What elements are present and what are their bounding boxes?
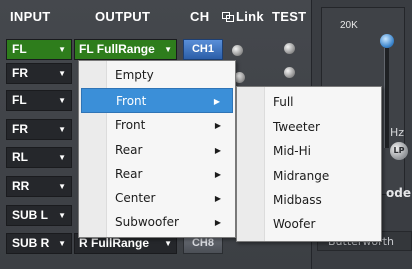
input-select-value: RR xyxy=(12,179,30,193)
input-select[interactable]: FL ▼ xyxy=(6,90,72,111)
frequency-label: 20K xyxy=(340,20,358,31)
dropdown-arrow-icon: ▼ xyxy=(58,153,66,162)
slider-knob-icon[interactable] xyxy=(380,34,394,48)
frequency-slider[interactable] xyxy=(384,48,389,148)
menu-item-subwoofer[interactable]: Subwoofer ▶ xyxy=(81,210,233,235)
submenu-item-label: Full xyxy=(273,95,294,109)
link-icon xyxy=(222,12,234,22)
menu-item-label: Front xyxy=(115,118,146,132)
input-select[interactable]: RL ▼ xyxy=(6,147,72,168)
input-select[interactable]: FR ▼ xyxy=(6,63,72,84)
menu-item-label: Empty xyxy=(115,68,154,82)
output-dropdown-menu: Empty Front ▶ Front ▶ Rear ▶ Rear ▶ Cent… xyxy=(78,60,236,238)
menu-item-label: Rear xyxy=(115,143,143,157)
input-select[interactable]: SUB R ▼ xyxy=(6,233,72,254)
submenu-arrow-icon: ▶ xyxy=(213,97,220,106)
input-select-value: SUB L xyxy=(12,208,48,222)
menu-item-label: Center xyxy=(115,191,156,205)
output-select[interactable]: FL FullRange ▼ xyxy=(74,39,177,60)
hz-label: Hz xyxy=(390,126,405,139)
link-led-icon[interactable] xyxy=(232,45,243,56)
input-header: INPUT xyxy=(10,9,51,24)
submenu-item-midbass[interactable]: Midbass xyxy=(239,188,379,213)
ch-header: CH xyxy=(190,9,210,24)
input-select-value: FR xyxy=(12,122,28,136)
dropdown-arrow-icon: ▼ xyxy=(58,69,66,78)
dropdown-arrow-icon: ▼ xyxy=(58,96,66,105)
menu-item-label: Front xyxy=(116,94,147,108)
link-header-label: Link xyxy=(236,9,264,24)
dropdown-arrow-icon: ▼ xyxy=(58,125,66,134)
input-select[interactable]: SUB L ▼ xyxy=(6,205,72,226)
submenu-item-mid-hi[interactable]: Mid-Hi xyxy=(239,139,379,164)
test-led-icon[interactable] xyxy=(284,43,295,54)
output-select-value: FL FullRange xyxy=(79,42,155,56)
submenu-arrow-icon: ▶ xyxy=(214,121,221,130)
test-led-icon[interactable] xyxy=(284,67,295,78)
dropdown-arrow-icon: ▼ xyxy=(58,239,66,248)
submenu-item-label: Midbass xyxy=(273,193,322,207)
input-select-value: RL xyxy=(12,150,28,164)
model-label: odel xyxy=(386,186,412,200)
channel-row: FL ▼ FL FullRange ▼ CH1 xyxy=(0,38,312,62)
menu-item-center[interactable]: Center ▶ xyxy=(81,186,233,211)
submenu-item-label: Woofer xyxy=(273,217,316,231)
dropdown-arrow-icon: ▼ xyxy=(58,45,66,54)
input-select-value: FL xyxy=(12,93,27,107)
lp-button[interactable]: LP xyxy=(390,142,408,160)
input-select[interactable]: FL ▼ xyxy=(6,39,72,60)
submenu-item-midrange[interactable]: Midrange xyxy=(239,164,379,189)
menu-item-label: Subwoofer xyxy=(115,215,179,229)
output-select-value: R FullRange xyxy=(79,236,150,250)
menu-item-rear[interactable]: Rear ▶ xyxy=(81,162,233,187)
menu-item-label: Rear xyxy=(115,167,143,181)
test-header: TEST xyxy=(272,9,307,24)
dropdown-arrow-icon: ▼ xyxy=(58,211,66,220)
input-select[interactable]: FR ▼ xyxy=(6,119,72,140)
output-header: OUTPUT xyxy=(95,9,151,24)
link-header: Link xyxy=(222,9,264,24)
submenu-item-label: Midrange xyxy=(273,169,330,183)
submenu-arrow-icon: ▶ xyxy=(214,146,221,155)
submenu-item-tweeter[interactable]: Tweeter xyxy=(239,115,379,140)
submenu-item-label: Mid-Hi xyxy=(273,144,311,158)
submenu-item-woofer[interactable]: Woofer xyxy=(239,212,379,237)
input-select-value: FR xyxy=(12,66,28,80)
input-select-value: SUB R xyxy=(12,236,50,250)
front-submenu: Full Tweeter Mid-Hi Midrange Midbass Woo… xyxy=(236,86,382,242)
menu-item-front[interactable]: Front ▶ xyxy=(81,88,233,113)
input-select[interactable]: RR ▼ xyxy=(6,176,72,197)
menu-item-front[interactable]: Front ▶ xyxy=(81,113,233,138)
input-select-value: FL xyxy=(12,42,27,56)
submenu-arrow-icon: ▶ xyxy=(214,218,221,227)
dropdown-arrow-icon: ▼ xyxy=(58,182,66,191)
dropdown-arrow-icon: ▼ xyxy=(164,45,172,54)
menu-item-empty[interactable]: Empty xyxy=(81,63,233,88)
menu-item-rear[interactable]: Rear ▶ xyxy=(81,138,233,163)
submenu-arrow-icon: ▶ xyxy=(214,194,221,203)
submenu-item-label: Tweeter xyxy=(273,120,320,134)
channel-button[interactable]: CH1 xyxy=(183,39,223,60)
submenu-arrow-icon: ▶ xyxy=(214,170,221,179)
submenu-item-full[interactable]: Full xyxy=(239,90,379,115)
